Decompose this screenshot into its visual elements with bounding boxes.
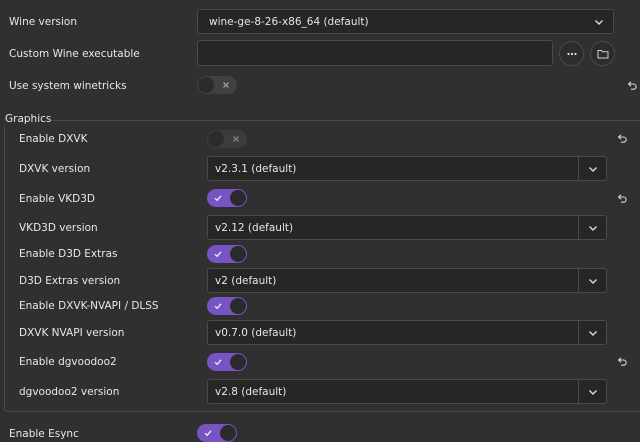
check-icon — [209, 189, 227, 207]
d3d-extras-version-label: D3D Extras version — [19, 275, 121, 287]
enable-esync-toggle[interactable] — [197, 424, 237, 442]
toggle-knob — [230, 354, 246, 370]
undo-icon[interactable] — [616, 356, 628, 368]
enable-dxvk-nvapi-toggle[interactable] — [207, 297, 247, 315]
check-icon — [209, 297, 227, 315]
d3d-extras-version-dropdown[interactable]: v2 (default) — [207, 268, 607, 293]
dxvk-version-dropdown[interactable]: v2.3.1 (default) — [207, 156, 607, 181]
toggle-knob — [198, 77, 214, 93]
enable-d3d-extras-label: Enable D3D Extras — [19, 248, 118, 260]
x-icon — [227, 130, 245, 148]
enable-esync-label: Enable Esync — [9, 428, 79, 440]
more-options-button[interactable] — [559, 41, 584, 66]
vkd3d-version-value: v2.12 (default) — [215, 222, 294, 234]
toggle-knob — [230, 298, 246, 314]
dxvk-nvapi-version-value: v0.7.0 (default) — [215, 327, 297, 339]
toggle-knob — [220, 425, 236, 441]
vkd3d-version-label: VKD3D version — [19, 222, 98, 234]
chevron-down-icon — [578, 216, 606, 239]
chevron-down-icon — [578, 157, 606, 180]
dxvk-nvapi-version-label: DXVK NVAPI version — [19, 327, 125, 339]
dgvoodoo2-version-dropdown[interactable]: v2.8 (default) — [207, 379, 607, 404]
chevron-down-icon — [578, 269, 606, 292]
enable-dxvk-nvapi-label: Enable DXVK-NVAPI / DLSS — [19, 300, 159, 312]
enable-vkd3d-label: Enable VKD3D — [19, 193, 96, 205]
dxvk-version-label: DXVK version — [19, 163, 91, 175]
wine-version-value: wine-ge-8-26-x86_64 (default) — [209, 16, 369, 28]
undo-icon[interactable] — [616, 193, 628, 205]
ellipsis-icon — [566, 52, 577, 55]
check-icon — [209, 245, 227, 263]
x-icon — [217, 76, 235, 94]
folder-icon — [597, 49, 608, 58]
enable-dxvk-toggle[interactable] — [207, 130, 247, 148]
system-winetricks-toggle[interactable] — [197, 76, 237, 94]
toggle-knob — [230, 190, 246, 206]
undo-icon[interactable] — [616, 133, 628, 145]
d3d-extras-version-value: v2 (default) — [215, 275, 277, 287]
vkd3d-version-dropdown[interactable]: v2.12 (default) — [207, 215, 607, 240]
check-icon — [209, 353, 227, 371]
enable-vkd3d-toggle[interactable] — [207, 189, 247, 207]
toggle-knob — [208, 131, 224, 147]
chevron-down-icon — [578, 380, 606, 403]
chevron-down-icon — [578, 321, 606, 344]
enable-dxvk-label: Enable DXVK — [19, 133, 88, 145]
enable-dgvoodoo2-label: Enable dgvoodoo2 — [19, 356, 117, 368]
undo-icon[interactable] — [626, 80, 638, 92]
dgvoodoo2-version-label: dgvoodoo2 version — [19, 386, 120, 398]
graphics-title: Graphics — [4, 112, 53, 126]
enable-d3d-extras-toggle[interactable] — [207, 245, 247, 263]
wine-version-dropdown[interactable]: wine-ge-8-26-x86_64 (default) — [197, 9, 614, 34]
dgvoodoo2-version-value: v2.8 (default) — [215, 386, 287, 398]
chevron-down-icon — [585, 10, 613, 33]
custom-wine-field[interactable] — [197, 40, 553, 66]
browse-folder-button[interactable] — [590, 41, 615, 66]
dxvk-version-value: v2.3.1 (default) — [215, 163, 297, 175]
system-winetricks-label: Use system winetricks — [9, 80, 127, 92]
check-icon — [199, 424, 217, 442]
wine-version-label: Wine version — [9, 16, 77, 28]
toggle-knob — [230, 246, 246, 262]
dxvk-nvapi-version-dropdown[interactable]: v0.7.0 (default) — [207, 320, 607, 345]
enable-dgvoodoo2-toggle[interactable] — [207, 353, 247, 371]
custom-wine-label: Custom Wine executable — [9, 48, 140, 60]
